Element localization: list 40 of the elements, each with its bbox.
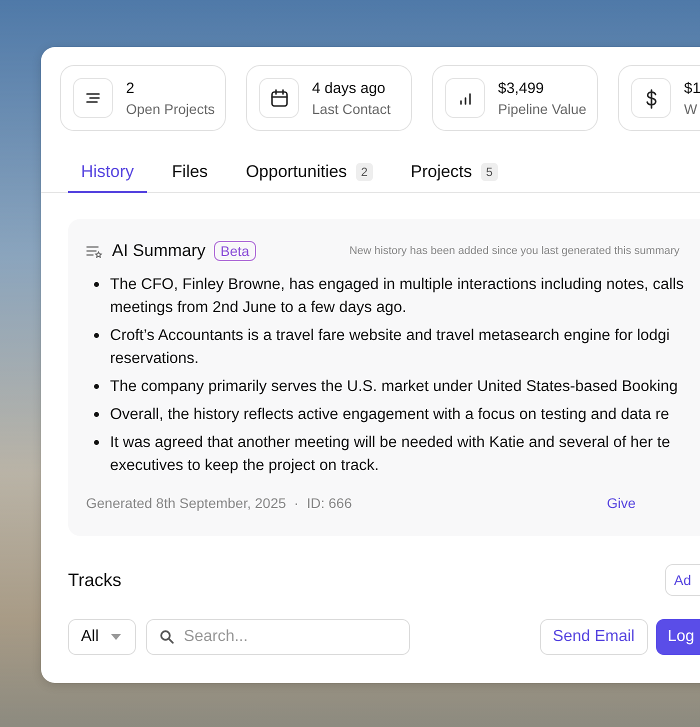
generated-text: Generated 8th September, 2025: [86, 495, 286, 511]
stat-value: 4 days ago: [312, 80, 386, 96]
bullet-text: The company primarily serves the U.S. market under United States-based Booking: [110, 377, 678, 397]
stat-value: $1: [684, 80, 700, 96]
list-sparkle-icon: [86, 244, 103, 258]
bullet-icon: [94, 440, 99, 445]
feedback-link[interactable]: Give: [606, 495, 636, 511]
stat-value: 2: [126, 80, 136, 96]
bullet-text: It was agreed that another meeting will be needed with Katie and several of her te executives to keep the project on track.: [110, 433, 670, 476]
search-field[interactable]: Search...: [146, 619, 410, 655]
stat-label: W: [684, 100, 698, 116]
tab[interactable]: Projects 5: [398, 153, 511, 193]
send-email-button[interactable]: Send Email: [540, 619, 648, 655]
bullet-icon: [94, 384, 99, 389]
section-title: Tracks: [68, 570, 122, 590]
notice-text: New history has been added since you last generated this summary: [349, 245, 680, 257]
stat-label: Pipeline Value: [498, 100, 586, 116]
filter-dropdown[interactable]: All: [68, 619, 136, 655]
summary-title: AI Summary: [112, 241, 206, 261]
id-text: ID: 666: [306, 495, 352, 511]
separator-dot: ·: [294, 495, 299, 511]
tab[interactable]: Files: [158, 153, 221, 193]
tab[interactable]: History: [68, 153, 147, 193]
count-badge: 2: [356, 163, 373, 181]
bullet-text: Croft’s Accountants is a travel fare website and travel metasearch engine for lodgi reservations.: [110, 326, 670, 369]
add-button[interactable]: Ad: [665, 564, 700, 596]
caret-icon: [110, 634, 121, 640]
stat-label: Last Contact: [312, 100, 391, 116]
stat-label: Open Projects: [126, 100, 215, 116]
tab[interactable]: Opportunities 2: [232, 153, 386, 193]
log-button[interactable]: Log: [656, 619, 700, 655]
bullet-text: The CFO, Finley Browne, has engaged in multiple interactions including notes, calls meetings from 2nd June to a few days ago.: [110, 275, 684, 318]
count-badge: 5: [481, 163, 498, 181]
calendar-icon: [268, 87, 290, 109]
beta-badge: Beta: [214, 241, 256, 261]
bullet-icon: [94, 412, 99, 417]
bullet-icon: [94, 333, 99, 338]
stat-value: $3,499: [498, 80, 545, 96]
bullet-text: Overall, the history reflects active engagement with a focus on testing and data re: [110, 405, 670, 425]
bullet-icon: [94, 282, 99, 287]
